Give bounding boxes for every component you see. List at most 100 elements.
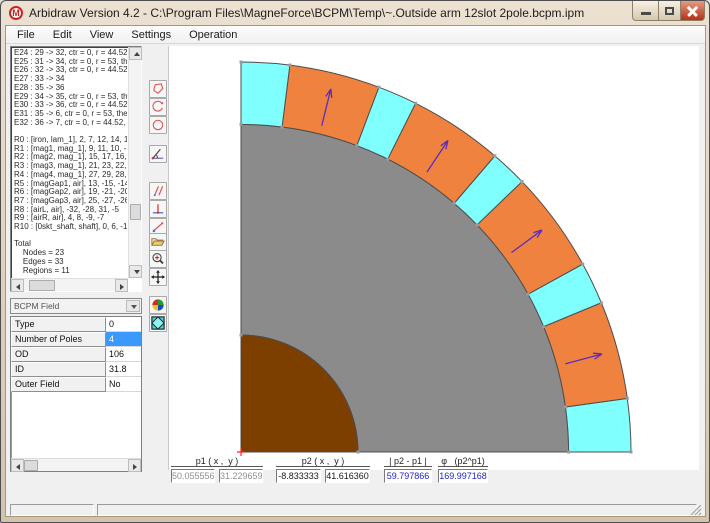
property-value[interactable]: No — [106, 377, 141, 392]
node-marker[interactable] — [567, 451, 570, 454]
arrow-right-icon — [133, 464, 137, 470]
horizontal-scroll-thumb[interactable] — [29, 280, 55, 291]
angle-label: φ (p2^p1) — [438, 456, 488, 467]
menu-settings[interactable]: Settings — [122, 26, 180, 44]
status-cell-main — [97, 504, 697, 516]
menu-bar: File Edit View Settings Operation — [6, 26, 705, 44]
minimize-button[interactable] — [632, 1, 659, 21]
property-label[interactable]: OD — [11, 347, 106, 362]
node-marker[interactable] — [564, 405, 567, 408]
node-marker[interactable] — [630, 451, 633, 454]
node-marker[interactable] — [453, 202, 456, 205]
close-button[interactable] — [681, 1, 705, 21]
list-horizontal-scrollbar[interactable] — [11, 278, 128, 291]
property-row-poles: Number of Poles 4 — [11, 332, 141, 347]
mesh-icon — [150, 315, 166, 331]
move-arrows-icon — [150, 269, 166, 285]
dropdown-button[interactable] — [126, 300, 140, 312]
mesh-view-button[interactable] — [149, 314, 167, 332]
menu-operation[interactable]: Operation — [180, 26, 246, 44]
pan-button[interactable] — [149, 268, 167, 286]
scroll-up-button[interactable] — [129, 47, 142, 60]
node-marker[interactable] — [240, 334, 243, 337]
property-label[interactable]: ID — [11, 362, 106, 377]
menu-view[interactable]: View — [81, 26, 123, 44]
maximize-button[interactable] — [659, 1, 681, 21]
node-marker[interactable] — [357, 451, 360, 454]
field-type-dropdown[interactable]: BCPM Field — [10, 298, 142, 314]
scroll-left-button[interactable] — [11, 459, 24, 472]
motor-cross-section[interactable] — [169, 46, 700, 470]
property-label[interactable]: Outer Field — [11, 377, 106, 392]
edge-region-list[interactable]: E24 : 29 -> 32, ctr = 0, r = 44.52, thE2… — [10, 46, 142, 292]
menu-edit[interactable]: Edit — [44, 26, 81, 44]
circle-tool-button[interactable] — [149, 116, 167, 134]
client-area: File Edit View Settings Operation E24 : … — [5, 25, 706, 517]
node-marker[interactable] — [281, 125, 284, 128]
angle-tool-button[interactable] — [149, 145, 167, 163]
node-marker[interactable] — [355, 144, 358, 147]
vertical-scroll-thumb[interactable] — [130, 204, 141, 220]
angle-icon — [150, 146, 166, 162]
parallel-tool-button[interactable] — [149, 182, 167, 200]
node-marker[interactable] — [476, 223, 479, 226]
arrow-up-icon — [134, 52, 140, 56]
scroll-left-button[interactable] — [11, 279, 24, 292]
open-view-button[interactable] — [149, 233, 167, 251]
grid-horizontal-scrollbar[interactable] — [11, 458, 141, 471]
zoom-in-button[interactable] — [149, 250, 167, 268]
property-row-outer-field: Outer Field No — [11, 377, 141, 392]
node-marker[interactable] — [493, 154, 496, 157]
scroll-right-button[interactable] — [128, 459, 141, 472]
p1-y-field: 31.229659 — [219, 469, 263, 483]
folder-icon — [150, 234, 166, 250]
node-marker[interactable] — [240, 61, 243, 64]
perpendicular-tool-button[interactable] — [149, 200, 167, 218]
chevron-down-icon — [131, 305, 137, 309]
polygon-icon — [150, 81, 166, 97]
polygon-tool-button[interactable] — [149, 80, 167, 98]
list-vertical-scrollbar[interactable] — [128, 47, 141, 278]
property-row-type: Type 0 — [11, 317, 141, 332]
property-label[interactable]: Type — [11, 317, 106, 332]
magnetization-arrow-head — [593, 353, 602, 354]
air-gap-region[interactable] — [241, 62, 290, 127]
drawing-canvas[interactable] — [168, 46, 699, 470]
edge-list-line: R10 : [0skt_shaft, shaft], 0, 6, -1 — [14, 223, 127, 232]
node-marker[interactable] — [386, 158, 389, 161]
property-value[interactable]: 0 — [106, 317, 141, 332]
field-type-value: BCPM Field — [14, 301, 59, 311]
title-bar[interactable]: M Arbidraw Version 4.2 - C:\Program File… — [1, 1, 709, 25]
air-gap-region[interactable] — [565, 398, 631, 452]
arc-tool-button[interactable] — [149, 98, 167, 116]
parallel-lines-icon — [150, 183, 166, 199]
property-value[interactable]: 31.8 — [106, 362, 141, 377]
property-value[interactable]: 106 — [106, 347, 141, 362]
distance-label: | p2 - p1 | — [384, 456, 432, 467]
arrow-left-icon — [16, 464, 20, 470]
node-marker[interactable] — [288, 64, 291, 67]
node-marker[interactable] — [600, 301, 603, 304]
scroll-right-button[interactable] — [115, 279, 128, 292]
node-marker[interactable] — [414, 102, 417, 105]
menu-file[interactable]: File — [8, 26, 44, 44]
property-row-id: ID 31.8 — [11, 362, 141, 377]
resize-grip[interactable] — [689, 503, 702, 516]
node-marker[interactable] — [542, 325, 545, 328]
scroll-down-button[interactable] — [129, 265, 142, 278]
node-marker[interactable] — [521, 180, 524, 183]
arrow-right-icon — [120, 284, 124, 290]
p2-x-field: -8.833333 — [276, 469, 321, 483]
node-marker[interactable] — [240, 123, 243, 126]
node-marker[interactable] — [377, 86, 380, 89]
edge-list-lines: E24 : 29 -> 32, ctr = 0, r = 44.52, thE2… — [14, 49, 127, 277]
p2-label: p2 ( x , y ) — [276, 456, 370, 467]
node-marker[interactable] — [626, 397, 629, 400]
horizontal-scroll-thumb[interactable] — [24, 460, 38, 471]
region-fill-button[interactable] — [149, 296, 167, 314]
property-label[interactable]: Number of Poles — [11, 332, 106, 347]
node-marker[interactable] — [527, 293, 530, 296]
node-marker[interactable] — [581, 263, 584, 266]
caption-buttons — [632, 1, 705, 21]
property-value[interactable]: 4 — [106, 332, 141, 347]
